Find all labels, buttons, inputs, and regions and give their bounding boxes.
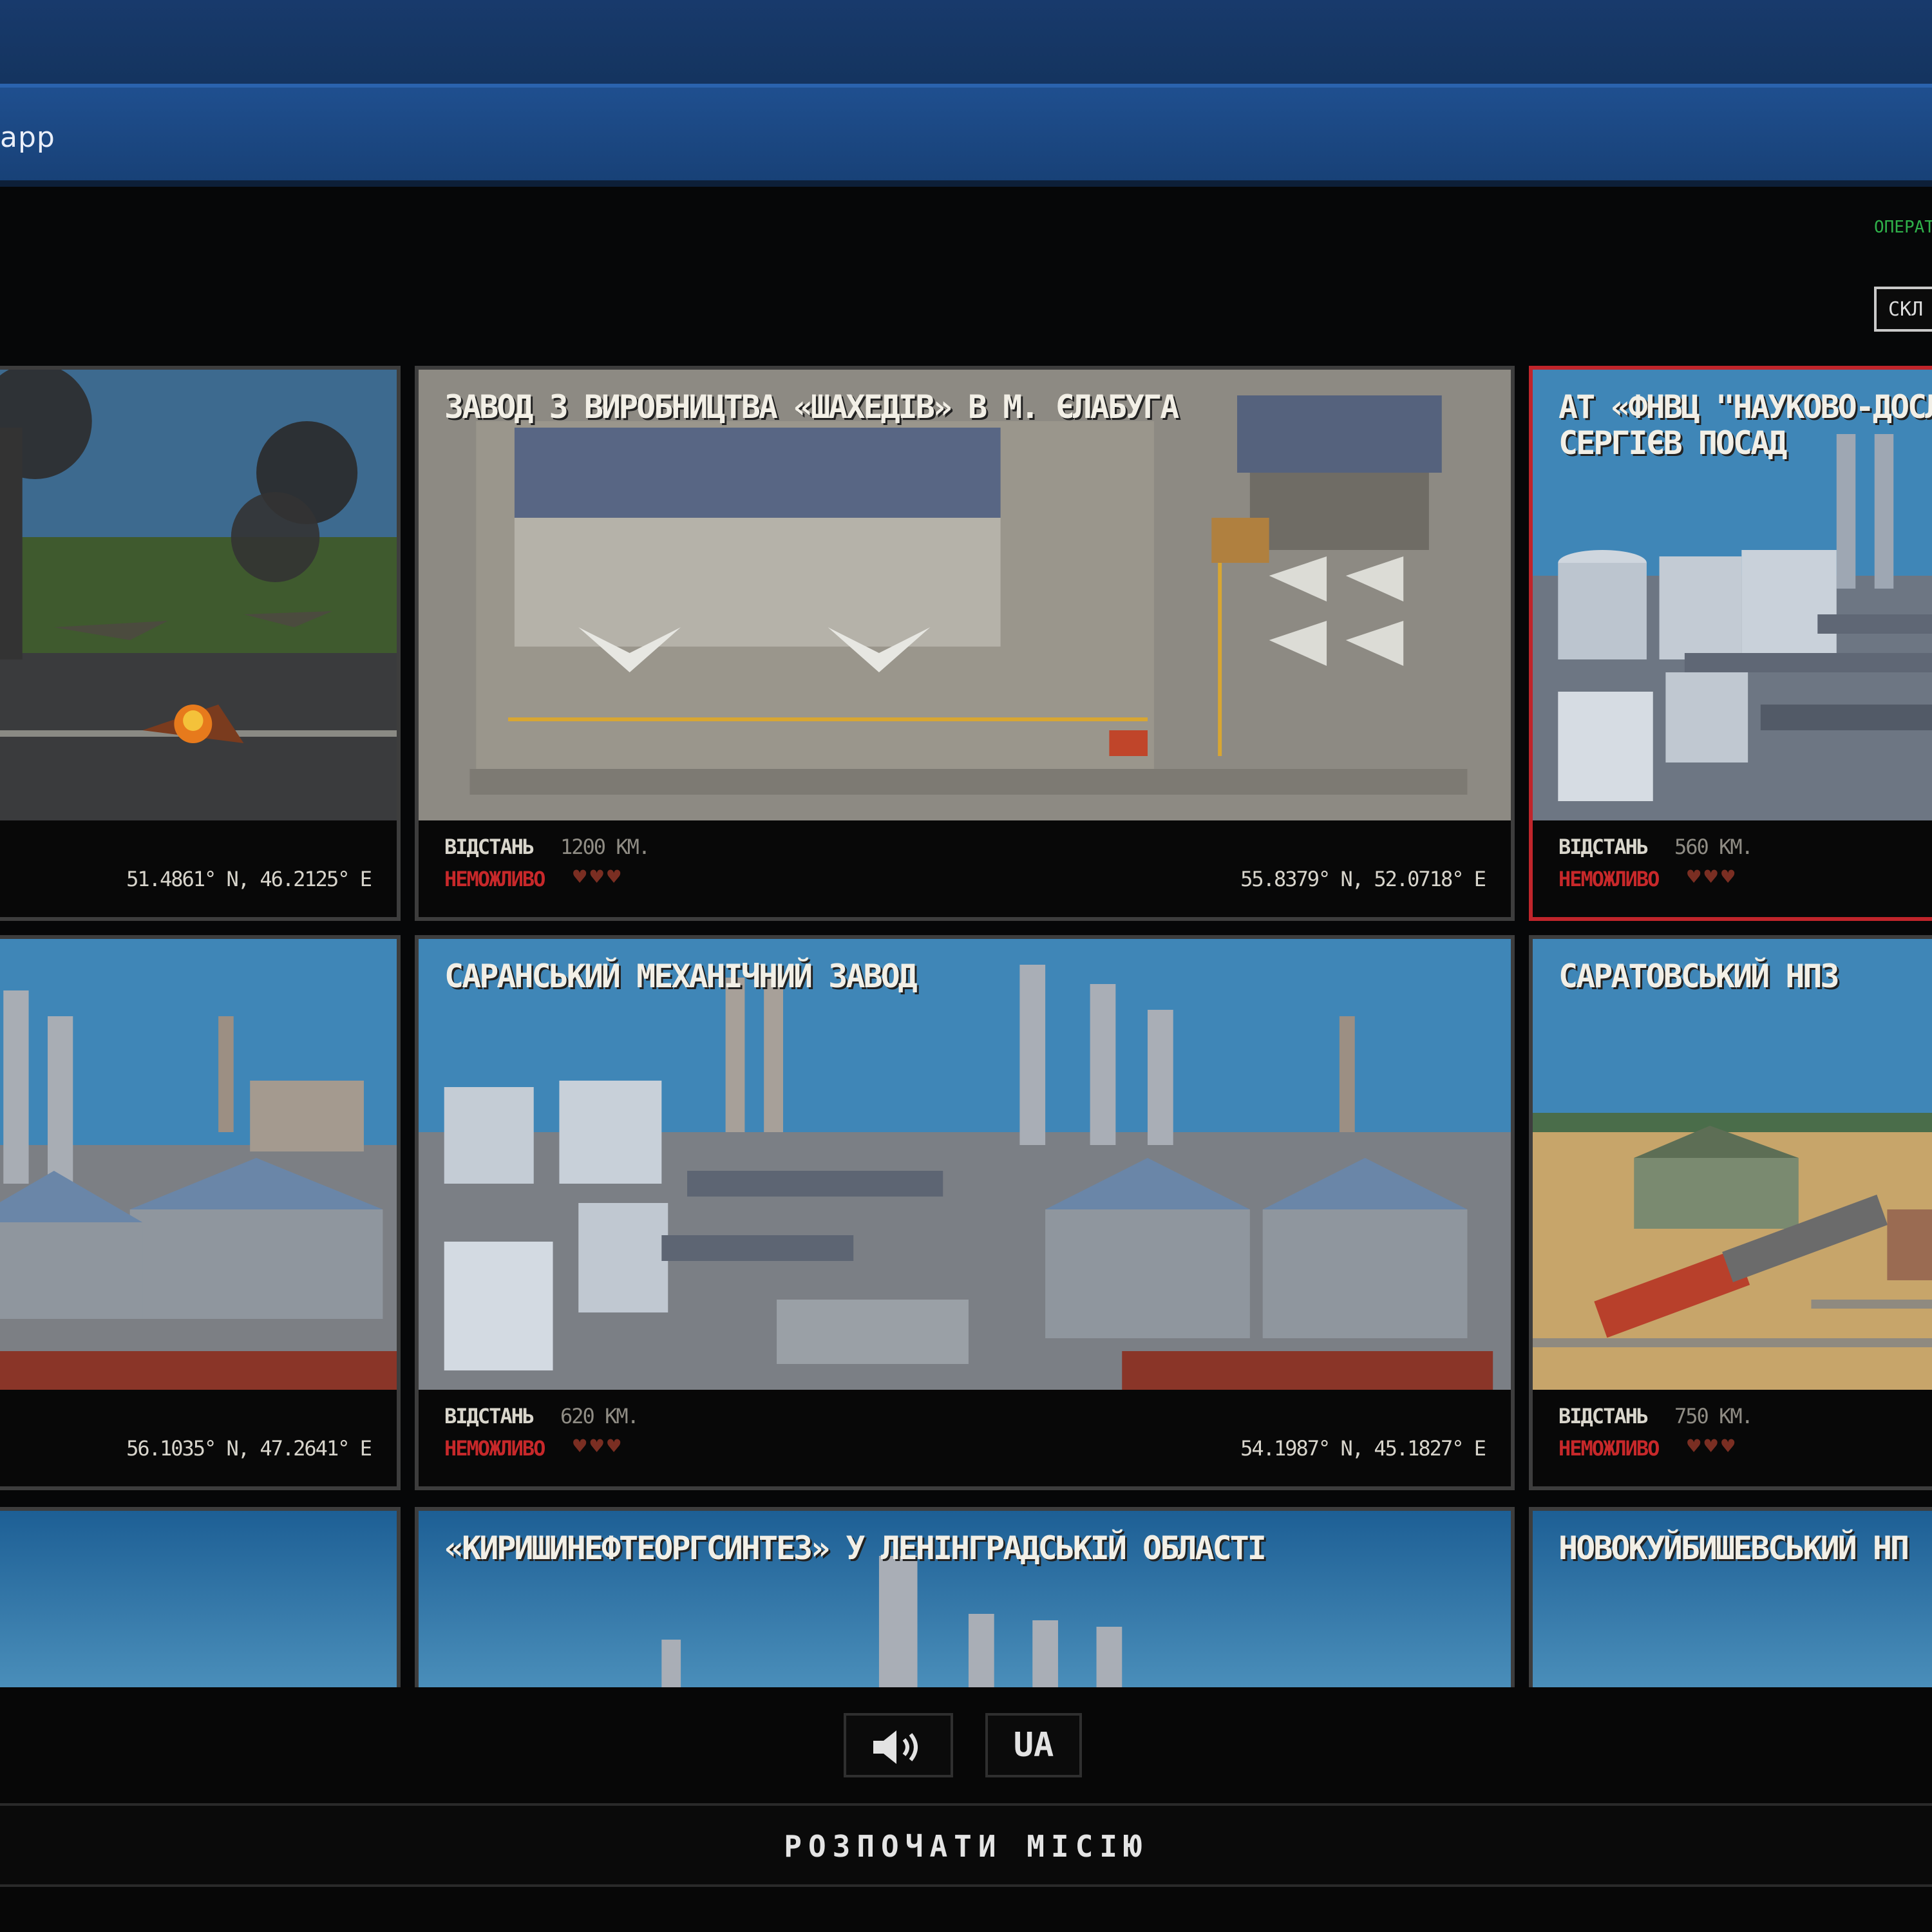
card-info: ВІДСТАНЬ 750 КМ. НЕМОЖЛИВО ♥♥♥ bbox=[1533, 1390, 1932, 1486]
life-icons: ♥♥♥ bbox=[573, 1434, 625, 1459]
target-card-airfield[interactable]: 51.4861° N, 46.2125° E bbox=[0, 366, 401, 921]
card-info: 51.4861° N, 46.2125° E bbox=[0, 820, 397, 917]
target-card-saratov-refinery[interactable]: САРАТОВСЬКИЙ НПЗ ВІДСТАНЬ 750 КМ. НЕМОЖЛ… bbox=[1529, 935, 1932, 1490]
footer: UA РОЗПОЧАТИ МІСІЮ bbox=[0, 1687, 1932, 1932]
feasibility-status: НЕМОЖЛИВО bbox=[444, 867, 545, 891]
start-mission-label: РОЗПОЧАТИ МІСІЮ bbox=[784, 1829, 1148, 1864]
target-card-novokuibyshevsk[interactable]: НОВОКУЙБИШЕВСЬКИЙ НП bbox=[1529, 1507, 1932, 1687]
target-title: САРАНСЬКИЙ МЕХАНІЧНИЙ ЗАВОД bbox=[444, 958, 918, 995]
distance-value: 750 КМ. bbox=[1674, 1404, 1754, 1428]
target-card-refinery-left[interactable]: 56.1035° N, 47.2641° E bbox=[0, 935, 401, 1490]
distance-value: 1200 КМ. bbox=[560, 835, 650, 859]
target-card-sergiev-posad[interactable]: АТ «ФНВЦ "НАУКОВО-ДОСЛІ СЕРГІЄВ ПОСАД ВІ… bbox=[1529, 366, 1932, 921]
start-mission-button[interactable]: РОЗПОЧАТИ МІСІЮ bbox=[0, 1803, 1932, 1887]
speaker-icon bbox=[869, 1726, 927, 1765]
target-title: ЗАВОД З ВИРОБНИЦТВА «ШАХЕДІВ» В М. ЄЛАБУ… bbox=[444, 388, 1179, 426]
target-title: САРАТОВСЬКИЙ НПЗ bbox=[1558, 958, 1840, 995]
feasibility-status: НЕМОЖЛИВО bbox=[444, 1436, 545, 1461]
sound-toggle-button[interactable] bbox=[844, 1713, 953, 1777]
target-card-kirishi[interactable]: «КИРИШИНЕФТЕОРГСИНТЕЗ» У ЛЕНІНГРАДСЬКІЙ … bbox=[415, 1507, 1515, 1687]
target-title: АТ «ФНВЦ "НАУКОВО-ДОСЛІ СЕРГІЄВ ПОСАД bbox=[1558, 388, 1932, 462]
distance-label: ВІДСТАНЬ bbox=[1558, 1404, 1649, 1428]
language-button[interactable]: UA bbox=[985, 1713, 1082, 1777]
target-card-saransk[interactable]: САРАНСЬКИЙ МЕХАНІЧНИЙ ЗАВОД ВІДСТАНЬ 620… bbox=[415, 935, 1515, 1490]
feasibility-status: НЕМОЖЛИВО bbox=[1558, 867, 1660, 891]
feasibility-status: НЕМОЖЛИВО bbox=[1558, 1436, 1660, 1461]
card-info: ВІДСТАНЬ 1200 КМ. НЕМОЖЛИВО ♥♥♥ 55.8379°… bbox=[419, 820, 1511, 917]
distance-value: 560 КМ. bbox=[1674, 835, 1754, 859]
distance-value: 620 КМ. bbox=[560, 1404, 639, 1428]
card-info: ВІДСТАНЬ 560 КМ. НЕМОЖЛИВО ♥♥♥ bbox=[1533, 820, 1932, 917]
coordinates: 51.4861° N, 46.2125° E bbox=[126, 867, 372, 891]
target-card-row3-left[interactable] bbox=[0, 1507, 401, 1687]
target-title: «КИРИШИНЕФТЕОРГСИНТЕЗ» У ЛЕНІНГРАДСЬКІЙ … bbox=[444, 1530, 1267, 1567]
card-info: ВІДСТАНЬ 620 КМ. НЕМОЖЛИВО ♥♥♥ 54.1987° … bbox=[419, 1390, 1511, 1486]
target-grid: 51.4861° N, 46.2125° E ЗАВОД З ВИРОБНИЦТ… bbox=[0, 0, 1932, 1687]
distance-label: ВІДСТАНЬ bbox=[444, 835, 535, 859]
target-image bbox=[0, 1511, 397, 1687]
target-image bbox=[1533, 939, 1932, 1396]
target-image bbox=[0, 939, 397, 1396]
distance-label: ВІДСТАНЬ bbox=[1558, 835, 1649, 859]
target-card-shahed-factory[interactable]: ЗАВОД З ВИРОБНИЦТВА «ШАХЕДІВ» В М. ЄЛАБУ… bbox=[415, 366, 1515, 921]
coordinates: 54.1987° N, 45.1827° E bbox=[1240, 1436, 1486, 1461]
card-info: 56.1035° N, 47.2641° E bbox=[0, 1390, 397, 1486]
coordinates: 55.8379° N, 52.0718° E bbox=[1240, 867, 1486, 891]
coordinates: 56.1035° N, 47.2641° E bbox=[126, 1436, 372, 1461]
target-image bbox=[419, 939, 1511, 1396]
target-image bbox=[419, 370, 1511, 820]
life-icons: ♥♥♥ bbox=[1687, 864, 1739, 890]
distance-label: ВІДСТАНЬ bbox=[444, 1404, 535, 1428]
life-icons: ♥♥♥ bbox=[1687, 1434, 1739, 1459]
target-image bbox=[0, 370, 397, 820]
life-icons: ♥♥♥ bbox=[573, 864, 625, 890]
target-title: НОВОКУЙБИШЕВСЬКИЙ НП bbox=[1558, 1530, 1909, 1567]
